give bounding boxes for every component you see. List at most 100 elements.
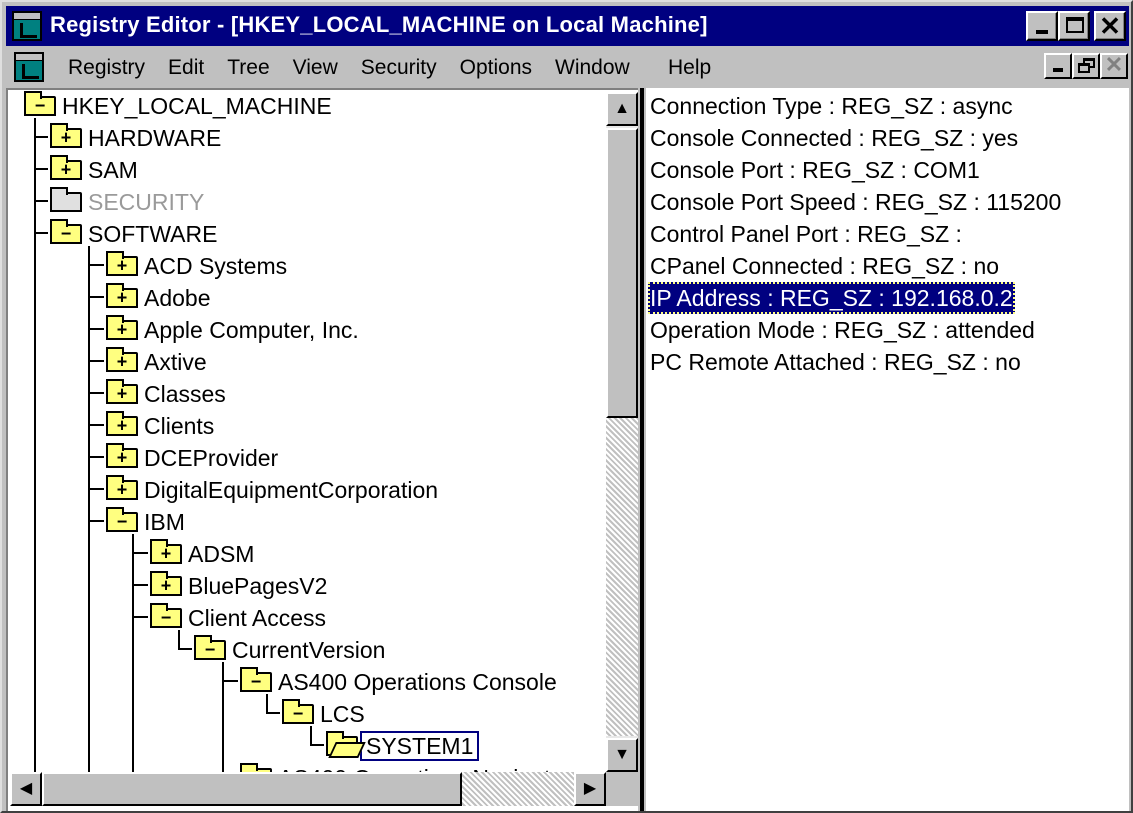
scroll-down-button[interactable]: ▼ (606, 738, 638, 772)
tree-node-classes[interactable]: + Classes (106, 378, 226, 410)
folder-plus-icon: + (50, 155, 82, 180)
tree-node-system1[interactable]: SYSTEM1 (326, 730, 480, 762)
values-pane[interactable]: Connection Type : REG_SZ : async Console… (646, 88, 1129, 811)
value-row-cpanel-connected[interactable]: CPanel Connected : REG_SZ : no (648, 250, 1001, 282)
key-tree-pane[interactable]: − HKEY_LOCAL_MACHINE + HARDWARE + SAM SECUR… (6, 88, 638, 811)
child-minimize-button[interactable] (1044, 53, 1072, 79)
scroll-thumb[interactable] (42, 772, 462, 806)
tree-node-adobe[interactable]: + Adobe (106, 282, 211, 314)
tree-node-label: SYSTEM1 (360, 731, 480, 761)
folder-plus-icon: + (150, 539, 182, 564)
tree-node-software[interactable]: − SOFTWARE (50, 218, 217, 250)
folder-plus-icon: + (106, 443, 138, 468)
value-row-connection-type[interactable]: Connection Type : REG_SZ : async (648, 90, 1015, 122)
child-restore-button[interactable] (1072, 53, 1100, 79)
tree-horizontal-scrollbar[interactable]: ◀ ▶ (10, 772, 606, 806)
tree-node-sam[interactable]: + SAM (50, 154, 138, 186)
tree-node-dceprovider[interactable]: + DCEProvider (106, 442, 278, 474)
tree-node-lcs[interactable]: − LCS (282, 698, 365, 730)
folder-plus-icon: + (106, 475, 138, 500)
tree-connector (34, 168, 48, 170)
tree-node-acd-systems[interactable]: + ACD Systems (106, 250, 287, 282)
arrow-up-icon: ▲ (614, 100, 630, 117)
folder-minus-icon: − (24, 91, 56, 116)
tree-connector (132, 552, 148, 554)
tree-connector (34, 238, 36, 778)
tree-connector (132, 584, 148, 586)
tree-node-label: AS400 Operations Console (278, 669, 557, 695)
child-close-button[interactable]: ✕ (1100, 53, 1128, 79)
scroll-right-button[interactable]: ▶ (574, 772, 606, 806)
tree-connector (88, 456, 104, 458)
tree-node-client-access[interactable]: − Client Access (150, 602, 326, 634)
tree-node-ibm[interactable]: − IBM (106, 506, 185, 538)
tree-node-label: Adobe (144, 285, 211, 311)
tree-node-label: SAM (88, 157, 138, 183)
menu-window[interactable]: Window (555, 56, 630, 80)
tree-node-label: DigitalEquipmentCorporation (144, 477, 439, 503)
close-button[interactable]: ✕ (1094, 11, 1126, 41)
tree-vertical-scrollbar[interactable]: ▲ ▼ (606, 92, 638, 772)
tree-node-label: CurrentVersion (232, 637, 386, 663)
tree-node-label: ADSM (188, 541, 255, 567)
tree-node-security[interactable]: SECURITY (50, 186, 204, 218)
tree-node-as400-operations-console[interactable]: − AS400 Operations Console (240, 666, 557, 698)
menu-security[interactable]: Security (361, 56, 437, 80)
menu-registry[interactable]: Registry (68, 56, 145, 80)
content-area: − HKEY_LOCAL_MACHINE + HARDWARE + SAM SECUR… (6, 88, 1129, 811)
tree-node-adsm[interactable]: + ADSM (150, 538, 254, 570)
document-system-menu-icon[interactable] (14, 52, 44, 82)
window-title: Registry Editor - [HKEY_LOCAL_MACHINE on… (50, 12, 708, 37)
menu-options[interactable]: Options (460, 56, 532, 80)
value-row-ip-address[interactable]: IP Address : REG_SZ : 192.168.0.2 (648, 282, 1015, 314)
value-row-control-panel-port[interactable]: Control Panel Port : REG_SZ : (648, 218, 964, 250)
menu-tree[interactable]: Tree (227, 56, 269, 80)
value-row-pc-remote-attached[interactable]: PC Remote Attached : REG_SZ : no (648, 346, 1023, 378)
tree-connector (266, 712, 280, 714)
folder-plus-icon: + (106, 379, 138, 404)
close-icon: ✕ (1104, 52, 1124, 77)
arrow-left-icon: ◀ (19, 780, 33, 797)
scroll-up-button[interactable]: ▲ (606, 92, 638, 126)
scrollbar-corner (606, 772, 638, 806)
menu-help[interactable]: Help (668, 56, 711, 80)
value-row-console-connected[interactable]: Console Connected : REG_SZ : yes (648, 122, 1020, 154)
tree-node-label: LCS (320, 701, 365, 727)
minimize-icon (1053, 68, 1063, 72)
tree-node-label: Apple Computer, Inc. (144, 317, 359, 343)
tree-node-label: BluePagesV2 (188, 573, 328, 599)
value-row-operation-mode[interactable]: Operation Mode : REG_SZ : attended (648, 314, 1037, 346)
tree-connector (222, 662, 224, 772)
pane-splitter[interactable] (638, 88, 646, 811)
tree-node-axtive[interactable]: + Axtive (106, 346, 207, 378)
tree-connector (34, 136, 48, 138)
tree-connector (88, 488, 104, 490)
minimize-button[interactable] (1026, 11, 1058, 41)
tree-connector (310, 744, 324, 746)
menu-edit[interactable]: Edit (168, 56, 204, 80)
scroll-left-button[interactable]: ◀ (10, 772, 42, 806)
restore-icon-front (1078, 63, 1090, 73)
folder-gray-icon (50, 187, 82, 212)
tree-connector (178, 648, 192, 650)
scroll-thumb[interactable] (606, 128, 638, 418)
tree-node-hkey-local-machine[interactable]: − HKEY_LOCAL_MACHINE (24, 90, 332, 122)
tree-node-clients[interactable]: + Clients (106, 410, 214, 442)
folder-open-icon (326, 731, 358, 756)
maximize-button[interactable] (1058, 11, 1090, 41)
title-bar[interactable]: Registry Editor - [HKEY_LOCAL_MACHINE on… (6, 6, 1129, 46)
menu-view[interactable]: View (293, 56, 338, 80)
tree-node-hardware[interactable]: + HARDWARE (50, 122, 221, 154)
registry-editor-app-icon[interactable] (12, 11, 42, 41)
value-row-console-port[interactable]: Console Port : REG_SZ : COM1 (648, 154, 982, 186)
tree-node-label: ACD Systems (144, 253, 288, 279)
tree-connector (34, 200, 48, 202)
tree-node-apple-computer[interactable]: + Apple Computer, Inc. (106, 314, 359, 346)
folder-plus-icon: + (106, 315, 138, 340)
value-row-console-port-speed[interactable]: Console Port Speed : REG_SZ : 115200 (648, 186, 1063, 218)
tree-node-bluepagesv2[interactable]: + BluePagesV2 (150, 570, 327, 602)
tree-node-digital-equipment[interactable]: + DigitalEquipmentCorporation (106, 474, 438, 506)
registry-editor-window: Registry Editor - [HKEY_LOCAL_MACHINE on… (0, 0, 1133, 813)
tree-node-label: HKEY_LOCAL_MACHINE (62, 93, 332, 119)
tree-node-current-version[interactable]: − CurrentVersion (194, 634, 385, 666)
